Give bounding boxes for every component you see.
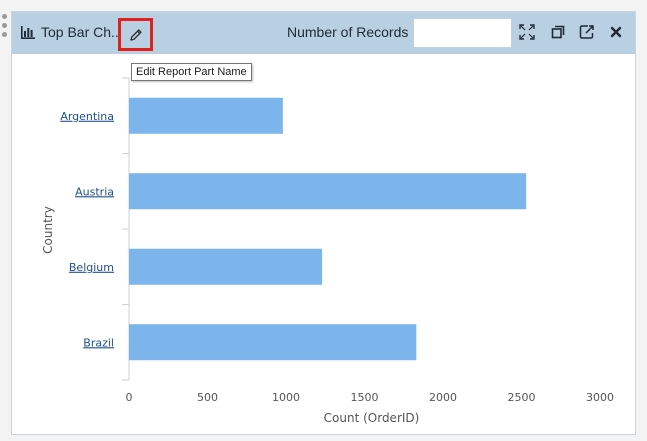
x-tick-label: 1000 [272,391,300,404]
bar-chart: Argentina Austria Belgium Brazil 0 500 1000 150… [41,77,614,425]
bar-belgium [129,248,323,285]
y-axis-title: Country [41,206,55,254]
x-tick-label: 2500 [508,391,536,404]
bar-brazil [129,324,417,361]
x-tick-label: 1500 [351,391,379,404]
x-tick-label: 2000 [429,391,457,404]
category-label[interactable]: Brazil [83,336,114,349]
bar-austria [129,173,527,210]
category-label[interactable]: Argentina [60,110,114,123]
category-label[interactable]: Austria [75,185,114,198]
x-tick-label: 0 [126,391,133,404]
x-tick-label: 500 [197,391,218,404]
bar-argentina [129,97,283,134]
x-tick-label: 3000 [586,391,614,404]
x-axis-title: Count (OrderID) [324,411,420,425]
category-label[interactable]: Belgium [69,261,114,274]
